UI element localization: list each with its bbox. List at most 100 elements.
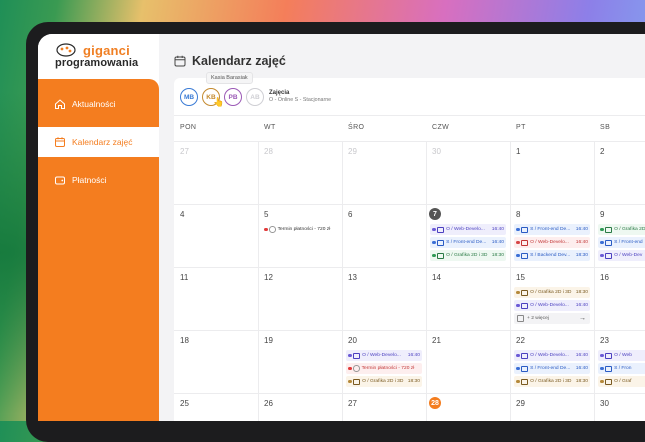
day-number[interactable]: 27 xyxy=(348,399,357,408)
day-number[interactable]: 1 xyxy=(516,147,520,156)
calendar-event[interactable]: O / Web-Dev xyxy=(598,250,645,261)
laptop-icon xyxy=(353,352,361,359)
day-number[interactable]: 5 xyxy=(264,210,268,219)
status-dot-icon xyxy=(516,303,520,308)
day-number[interactable]: 9 xyxy=(600,210,604,219)
nav-label: Płatności xyxy=(72,175,107,185)
show-more-button[interactable]: + 2 więcej → xyxy=(514,313,590,324)
day-number[interactable]: 21 xyxy=(432,336,441,345)
calendar-event[interactable]: O / Web-Develo... 16:40 xyxy=(514,237,590,248)
status-dot-icon xyxy=(432,253,436,258)
day-number[interactable]: 7 xyxy=(429,208,441,220)
day-number[interactable]: 13 xyxy=(348,273,357,282)
calendar-event[interactable]: O / Grafika 2D xyxy=(598,224,645,235)
day-number[interactable]: 22 xyxy=(516,336,525,345)
calendar-event[interactable]: O / Grafika 2D i 3D 18:30 xyxy=(514,287,590,298)
day-number[interactable]: 18 xyxy=(180,336,189,345)
event-title: S / Front-end De... xyxy=(530,366,571,371)
day-number[interactable]: 6 xyxy=(348,210,352,219)
laptop-icon xyxy=(521,289,529,296)
status-dot-icon xyxy=(516,253,520,258)
day-number[interactable]: 2 xyxy=(600,147,604,156)
classroom-icon xyxy=(605,239,613,246)
calendar-event[interactable]: O / Web xyxy=(598,350,645,361)
nav-item-platnosci[interactable]: Płatności xyxy=(38,165,159,195)
event-title: O / Grafika 2D i 3D xyxy=(362,379,404,384)
nav-item-aktualnosci[interactable]: Aktualności xyxy=(38,89,159,119)
event-title: O / Web-Develo... xyxy=(530,240,569,245)
nav-item-kalendarz[interactable]: Kalendarz zajęć xyxy=(38,127,159,157)
laptop-icon xyxy=(605,226,613,233)
calendar-event[interactable]: Termin płatności - 720 zł xyxy=(262,224,338,235)
logo-text-bottom: programowania xyxy=(55,57,139,69)
grid-column-divider xyxy=(342,141,343,421)
day-number[interactable]: 28 xyxy=(264,147,273,156)
day-number[interactable]: 15 xyxy=(516,273,525,282)
event-time: 16:40 xyxy=(575,303,588,308)
calendar-card: MB KB PB AB 👆 Zajęcia O - Online S - Stacjo… xyxy=(174,78,645,421)
event-title: S / Front-end De... xyxy=(530,227,571,232)
day-number[interactable]: 23 xyxy=(600,336,609,345)
calendar-event[interactable]: O / Grafika 2D i 3D 18:30 xyxy=(514,376,590,387)
laptop-icon xyxy=(605,252,613,259)
avatar-ab[interactable]: AB xyxy=(246,88,264,106)
day-number[interactable]: 16 xyxy=(600,273,609,282)
calendar-event[interactable]: S / Front-end De... 16:40 xyxy=(430,237,506,248)
event-time: 16:40 xyxy=(575,227,588,232)
event-time: 18:30 xyxy=(575,379,588,384)
day-number[interactable]: 30 xyxy=(600,399,609,408)
event-title: O / Grafika 2D i 3D xyxy=(530,290,572,295)
day-number[interactable]: 29 xyxy=(348,147,357,156)
event-time: 18:30 xyxy=(575,253,588,258)
nav-label: Aktualności xyxy=(72,99,116,109)
day-number[interactable]: 26 xyxy=(264,399,273,408)
day-number[interactable]: 4 xyxy=(180,210,184,219)
day-number[interactable]: 19 xyxy=(264,336,273,345)
status-dot-icon xyxy=(600,240,604,245)
day-number[interactable]: 29 xyxy=(516,399,525,408)
sidebar-nav: Aktualności Kalendarz zajęć Płatności xyxy=(38,79,159,421)
avatar-mb[interactable]: MB xyxy=(180,88,198,106)
event-time: 16:40 xyxy=(491,227,504,232)
brain-logo-icon xyxy=(56,43,76,57)
day-number[interactable]: 8 xyxy=(516,210,520,219)
status-dot-icon xyxy=(432,240,436,245)
day-number[interactable]: 27 xyxy=(180,147,189,156)
day-number[interactable]: 30 xyxy=(432,147,441,156)
laptop-icon xyxy=(353,378,361,385)
day-number[interactable]: 11 xyxy=(180,273,188,282)
calendar-event[interactable]: S / Front-end xyxy=(598,237,645,248)
calendar-event[interactable]: O / Grafika 2D i 3D 18:30 xyxy=(430,250,506,261)
day-number[interactable]: 28 xyxy=(429,397,441,409)
calendar-event[interactable]: S / Backend Dev... 18:30 xyxy=(514,250,590,261)
calendar-event[interactable]: O / Graf xyxy=(598,376,645,387)
status-dot-icon xyxy=(516,379,520,384)
more-label: + 2 więcej xyxy=(527,316,549,321)
calendar-event[interactable]: O / Web-Develo... 16:40 xyxy=(514,300,590,311)
calendar-event[interactable]: O / Grafika 2D i 3D 18:30 xyxy=(346,376,422,387)
avatar-pb[interactable]: PB xyxy=(224,88,242,106)
calendar-event[interactable]: S / Front-end De... 16:40 xyxy=(514,363,590,374)
day-number[interactable]: 14 xyxy=(432,273,441,282)
status-dot-icon xyxy=(516,227,520,232)
event-title: O / Graf xyxy=(614,379,632,384)
brand-logo[interactable]: giganci programowania xyxy=(53,41,153,71)
calendar-event[interactable]: O / Web-Develo... 16:40 xyxy=(346,350,422,361)
nav-label: Kalendarz zajęć xyxy=(72,137,133,147)
status-dot-icon xyxy=(348,353,352,358)
list-icon xyxy=(517,315,524,322)
calendar-event[interactable]: O / Web-Develo... 16:40 xyxy=(514,350,590,361)
status-dot-icon xyxy=(516,353,520,358)
calendar-event[interactable]: S / Front-end De... 16:40 xyxy=(514,224,590,235)
calendar-event[interactable]: S / Fron xyxy=(598,363,645,374)
day-number[interactable]: 25 xyxy=(180,399,189,408)
calendar-event[interactable]: Termin płatności - 720 zł xyxy=(346,363,422,374)
calendar-event[interactable]: O / Web-Develo... 16:40 xyxy=(430,224,506,235)
day-number[interactable]: 20 xyxy=(348,336,357,345)
day-number[interactable]: 12 xyxy=(264,273,273,282)
status-dot-icon xyxy=(600,253,604,258)
event-time: 16:40 xyxy=(491,240,504,245)
event-time: 16:40 xyxy=(575,353,588,358)
event-title: O / Web-Develo... xyxy=(530,303,569,308)
status-dot-icon xyxy=(516,366,520,371)
